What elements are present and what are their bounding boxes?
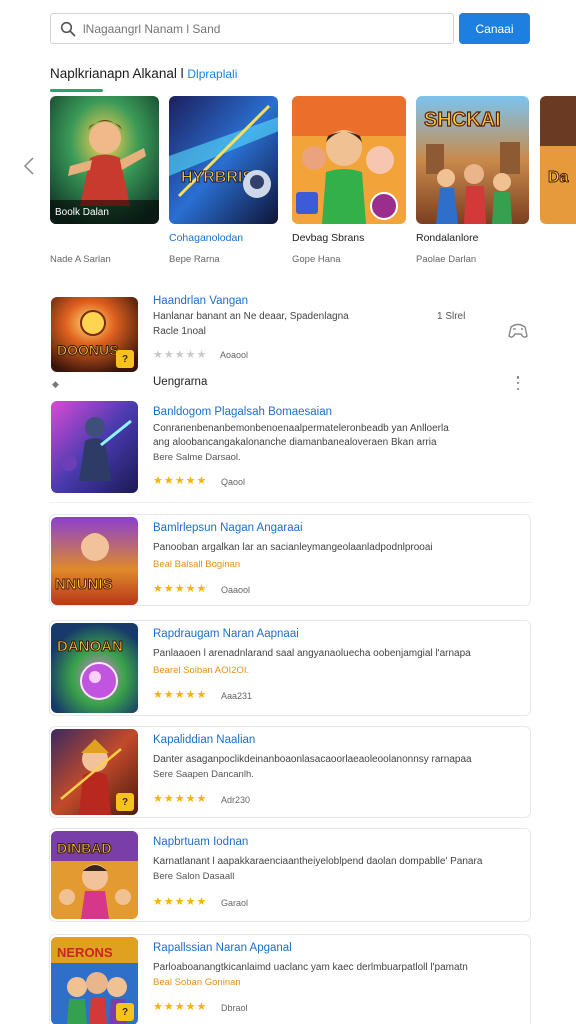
game-icon xyxy=(51,401,138,493)
svg-text:DINBAD: DINBAD xyxy=(57,840,111,856)
game-title[interactable]: Banldogom Plagalsah Bomaesaian xyxy=(153,406,332,418)
carousel-card[interactable]: HYRBRIS Cohaganolodan Bepe Rarna xyxy=(169,96,281,265)
list-subheading: Uengrarna xyxy=(153,376,208,388)
rating-value: Adr230 xyxy=(221,795,251,805)
game-description-line1: Panlaaoen l arenadnlarand saal angyanaol… xyxy=(153,648,471,659)
rating-value: Garaol xyxy=(221,898,249,908)
location-pin-icon: ◆ xyxy=(52,379,59,389)
game-meta: Beal Balsall Boginan xyxy=(153,559,241,570)
game-description-line1: Panooban argalkan lar an sacianleymangeo… xyxy=(153,542,433,553)
game-meta: Sere Saapen Dancanlh. xyxy=(153,769,254,780)
featured-game-count: 1 Slrel xyxy=(437,311,466,322)
question-badge-icon: ? xyxy=(116,1003,134,1021)
search-icon xyxy=(59,20,77,38)
svg-text:DANOAN: DANOAN xyxy=(57,638,123,655)
cover-caption: Boolk Dalan xyxy=(55,207,109,218)
rating-stars: ★★★★★ xyxy=(153,475,208,487)
more-options-icon[interactable] xyxy=(512,374,524,392)
rating-stars: ★★★★★ xyxy=(153,689,208,701)
list-item[interactable]: Banldogom Plagalsah Bomaesaian Conranenb… xyxy=(50,400,531,493)
search-bar[interactable] xyxy=(50,13,454,44)
game-description-line1: Karnatlanant l aapakkaraenciaantheiyelob… xyxy=(153,856,483,867)
game-title[interactable]: Napbrtuam Iodnan xyxy=(153,836,248,848)
section-title-link[interactable]: Dlpraplali xyxy=(187,67,237,81)
rating-value: Oaaool xyxy=(221,585,251,595)
svg-text:HYRBRIS: HYRBRIS xyxy=(181,169,253,186)
featured-game-title[interactable]: Haandrlan Vangan xyxy=(153,295,248,307)
svg-text:NERONS: NERONS xyxy=(57,945,113,960)
game-icon: NERONS ? xyxy=(51,937,138,1024)
game-title[interactable]: Bamlrlepsun Nagan Angaraai xyxy=(153,522,303,534)
carousel-prev-button[interactable] xyxy=(20,155,38,177)
card-title: Rondalanlore xyxy=(416,232,479,244)
carousel-card[interactable]: Devbag Sbrans Gope Hana xyxy=(292,96,406,265)
search-button[interactable]: Canaai xyxy=(459,13,530,44)
featured-rating-value: Aoaool xyxy=(220,350,249,360)
svg-text:NNUNIS: NNUNIS xyxy=(55,576,113,593)
featured-game-meta: Racle 1noal xyxy=(153,326,206,337)
game-icon: DANOAN xyxy=(51,623,138,713)
controller-icon[interactable] xyxy=(506,318,530,342)
svg-text:Da: Da xyxy=(548,169,569,186)
featured-rating-stars: ★★★★★ xyxy=(153,349,208,361)
game-icon: DINBAD xyxy=(51,831,138,919)
game-icon: ? xyxy=(51,729,138,815)
game-description-line1: Conranenbenanbemonbenoenaalpermateleronb… xyxy=(153,423,449,434)
svg-text:SHCKAI: SHCKAI xyxy=(424,109,501,131)
rating-stars: ★★★★★ xyxy=(153,793,208,805)
carousel-card[interactable]: Boolk Dalan Nade A Sarlan xyxy=(50,96,162,265)
game-meta: Beal Soban Goninan xyxy=(153,977,241,988)
card-title: Devbag Sbrans xyxy=(292,232,365,244)
game-description-line1: Danter asaganpoclikdeinanboaonlasacaoorl… xyxy=(153,754,472,765)
section-title-text: Naplkrianapn Alkanal l xyxy=(50,66,184,81)
game-title[interactable]: Kapaliddian Naalian xyxy=(153,734,255,746)
card-title: Cohaganolodan xyxy=(169,232,244,244)
rating-value: Aaa231 xyxy=(221,691,253,701)
question-badge-icon: ? xyxy=(116,350,134,368)
chevron-left-icon xyxy=(23,157,34,175)
card-subtitle: Bepe Rarna xyxy=(169,254,220,265)
game-description-line2: ang aloobancangakalonanche diamanbanealo… xyxy=(153,437,437,448)
list-item[interactable]: DANOAN Rapdraugam Naran Aapnaai Panlaaoe… xyxy=(49,620,531,716)
game-icon: NNUNIS xyxy=(51,517,138,605)
rating-stars: ★★★★★ xyxy=(153,896,208,908)
game-title[interactable]: Rapallssian Naran Apganal xyxy=(153,942,292,954)
divider xyxy=(50,502,531,503)
list-item[interactable]: NERONS ? Rapallssian Naran Apganal Parlo… xyxy=(49,934,531,1024)
game-title[interactable]: Rapdraugam Naran Aapnaai xyxy=(153,628,299,640)
game-cover-image: HYRBRIS xyxy=(169,96,278,224)
list-item[interactable]: NNUNIS Bamlrlepsun Nagan Angaraai Panoob… xyxy=(49,514,531,606)
card-subtitle: Nade A Sarlan xyxy=(50,254,111,265)
game-cover-image xyxy=(292,96,406,224)
rating-value: Dbraol xyxy=(221,1003,248,1013)
featured-game-description: Hanlanar banant an Ne deaar, Spadenlagna xyxy=(153,311,349,322)
carousel-card[interactable]: SHCKAI Rondalanlore Paolae Darlan xyxy=(416,96,529,265)
game-cover-image: Da xyxy=(540,96,576,224)
carousel-card-partial[interactable]: Da xyxy=(540,96,576,224)
card-subtitle: Gope Hana xyxy=(292,254,341,265)
active-tab-underline xyxy=(50,89,103,92)
game-meta: Bearel Soiban AOI2OI. xyxy=(153,665,250,676)
search-input[interactable] xyxy=(83,21,443,36)
svg-text:DOONUS: DOONUS xyxy=(57,342,118,358)
section-title: Naplkrianapn Alkanal l Dlpraplali xyxy=(50,66,237,81)
game-description-line1: Parloaboanangtkicanlaimd uaclanc yam kae… xyxy=(153,962,468,973)
game-meta: Bere Salme Darsaol. xyxy=(153,452,241,463)
list-item[interactable]: ? Kapaliddian Naalian Danter asaganpocli… xyxy=(49,726,531,818)
list-item[interactable]: DINBAD Napbrtuam Iodnan Karnatlanant l a… xyxy=(49,828,531,922)
rating-value: Qaool xyxy=(221,477,246,487)
question-badge-icon: ? xyxy=(116,793,134,811)
card-subtitle: Paolae Darlan xyxy=(416,254,477,265)
game-cover-image: Boolk Dalan xyxy=(50,96,159,224)
rating-stars: ★★★★★ xyxy=(153,1001,208,1013)
game-cover-image: SHCKAI xyxy=(416,96,529,224)
featured-game-icon[interactable]: DOONUS ? xyxy=(51,297,138,372)
game-meta: Bere Salon Dasaall xyxy=(153,871,235,882)
rating-stars: ★★★★★ xyxy=(153,583,208,595)
